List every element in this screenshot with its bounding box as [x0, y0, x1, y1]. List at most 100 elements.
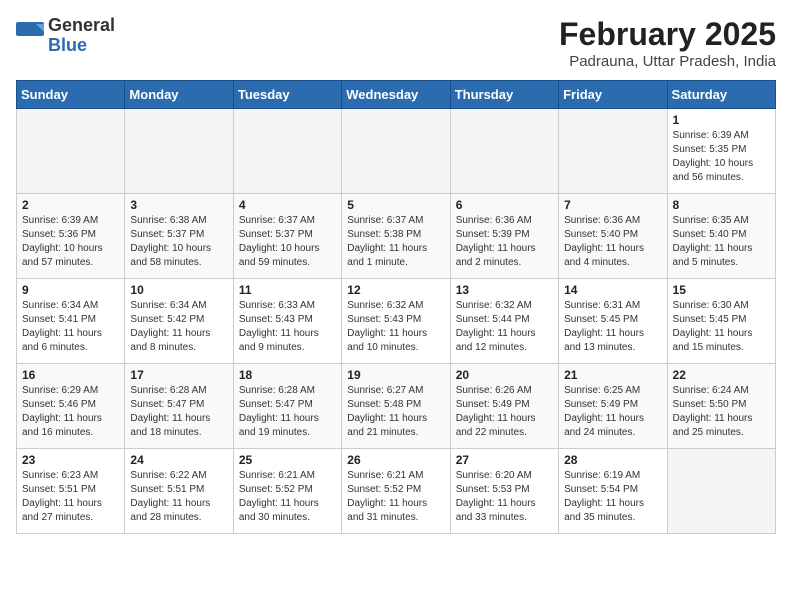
calendar-cell: 23 Sunrise: 6:23 AM Sunset: 5:51 PM Dayli…: [17, 449, 125, 534]
day-info: Sunrise: 6:19 AM Sunset: 5:54 PM Dayligh…: [564, 469, 661, 525]
calendar-cell: 8 Sunrise: 6:35 AM Sunset: 5:40 PM Daylig…: [667, 194, 775, 279]
day-info: Sunrise: 6:23 AM Sunset: 5:51 PM Dayligh…: [22, 469, 119, 525]
day-number: 17: [130, 368, 227, 382]
calendar-cell: [450, 109, 558, 194]
day-number: 21: [564, 368, 661, 382]
day-number: 23: [22, 453, 119, 467]
day-info: Sunrise: 6:32 AM Sunset: 5:43 PM Dayligh…: [347, 299, 444, 355]
calendar-cell: 18 Sunrise: 6:28 AM Sunset: 5:47 PM Dayli…: [233, 364, 341, 449]
day-number: 6: [456, 198, 553, 212]
calendar-cell: 6 Sunrise: 6:36 AM Sunset: 5:39 PM Daylig…: [450, 194, 558, 279]
calendar-cell: 7 Sunrise: 6:36 AM Sunset: 5:40 PM Daylig…: [559, 194, 667, 279]
day-info: Sunrise: 6:22 AM Sunset: 5:51 PM Dayligh…: [130, 469, 227, 525]
calendar-cell: 27Sunrise: 6:20 AM Sunset: 5:53 PM Dayli…: [450, 449, 558, 534]
day-info: Sunrise: 6:29 AM Sunset: 5:46 PM Dayligh…: [22, 384, 119, 440]
weekday-header-monday: Monday: [125, 81, 233, 109]
day-number: 28: [564, 453, 661, 467]
day-number: 26: [347, 453, 444, 467]
calendar-table: SundayMondayTuesdayWednesdayThursdayFrid…: [16, 80, 776, 534]
logo: General Blue: [16, 16, 115, 56]
calendar-cell: 4Sunrise: 6:37 AM Sunset: 5:37 PM Daylig…: [233, 194, 341, 279]
day-info: Sunrise: 6:39 AM Sunset: 5:35 PM Dayligh…: [673, 129, 770, 185]
day-number: 5: [347, 198, 444, 212]
day-info: Sunrise: 6:35 AM Sunset: 5:40 PM Dayligh…: [673, 214, 770, 270]
day-number: 3: [130, 198, 227, 212]
weekday-header-wednesday: Wednesday: [342, 81, 450, 109]
calendar-cell: 9 Sunrise: 6:34 AM Sunset: 5:41 PM Daylig…: [17, 279, 125, 364]
day-number: 15: [673, 283, 770, 297]
day-number: 18: [239, 368, 336, 382]
calendar-cell: 24 Sunrise: 6:22 AM Sunset: 5:51 PM Dayli…: [125, 449, 233, 534]
day-info: Sunrise: 6:36 AM Sunset: 5:39 PM Dayligh…: [456, 214, 553, 270]
day-info: Sunrise: 6:36 AM Sunset: 5:40 PM Dayligh…: [564, 214, 661, 270]
weekday-header-saturday: Saturday: [667, 81, 775, 109]
calendar-cell: 11 Sunrise: 6:33 AM Sunset: 5:43 PM Dayli…: [233, 279, 341, 364]
calendar-cell: 15 Sunrise: 6:30 AM Sunset: 5:45 PM Dayli…: [667, 279, 775, 364]
header: General Blue February 2025 Padrauna, Utt…: [16, 16, 776, 70]
week-row-0: 1 Sunrise: 6:39 AM Sunset: 5:35 PM Daylig…: [17, 109, 776, 194]
calendar-cell: 5 Sunrise: 6:37 AM Sunset: 5:38 PM Daylig…: [342, 194, 450, 279]
calendar-cell: 10Sunrise: 6:34 AM Sunset: 5:42 PM Dayli…: [125, 279, 233, 364]
calendar-cell: [559, 109, 667, 194]
week-row-3: 16 Sunrise: 6:29 AM Sunset: 5:46 PM Dayli…: [17, 364, 776, 449]
week-row-4: 23 Sunrise: 6:23 AM Sunset: 5:51 PM Dayli…: [17, 449, 776, 534]
week-row-2: 9 Sunrise: 6:34 AM Sunset: 5:41 PM Daylig…: [17, 279, 776, 364]
day-number: 20: [456, 368, 553, 382]
calendar-cell: 26Sunrise: 6:21 AM Sunset: 5:52 PM Dayli…: [342, 449, 450, 534]
weekday-header-thursday: Thursday: [450, 81, 558, 109]
calendar-cell: 13Sunrise: 6:32 AM Sunset: 5:44 PM Dayli…: [450, 279, 558, 364]
day-info: Sunrise: 6:30 AM Sunset: 5:45 PM Dayligh…: [673, 299, 770, 355]
calendar-cell: [667, 449, 775, 534]
day-info: Sunrise: 6:24 AM Sunset: 5:50 PM Dayligh…: [673, 384, 770, 440]
calendar-cell: 21 Sunrise: 6:25 AM Sunset: 5:49 PM Dayli…: [559, 364, 667, 449]
weekday-header-row: SundayMondayTuesdayWednesdayThursdayFrid…: [17, 81, 776, 109]
day-number: 8: [673, 198, 770, 212]
day-number: 14: [564, 283, 661, 297]
calendar-cell: 16 Sunrise: 6:29 AM Sunset: 5:46 PM Dayli…: [17, 364, 125, 449]
calendar-subtitle: Padrauna, Uttar Pradesh, India: [559, 53, 776, 70]
calendar-cell: 1 Sunrise: 6:39 AM Sunset: 5:35 PM Daylig…: [667, 109, 775, 194]
calendar-cell: [125, 109, 233, 194]
day-info: Sunrise: 6:26 AM Sunset: 5:49 PM Dayligh…: [456, 384, 553, 440]
weekday-header-tuesday: Tuesday: [233, 81, 341, 109]
day-number: 4: [239, 198, 336, 212]
calendar-cell: 19Sunrise: 6:27 AM Sunset: 5:48 PM Dayli…: [342, 364, 450, 449]
day-number: 2: [22, 198, 119, 212]
day-info: Sunrise: 6:37 AM Sunset: 5:38 PM Dayligh…: [347, 214, 444, 270]
calendar-cell: 22 Sunrise: 6:24 AM Sunset: 5:50 PM Dayli…: [667, 364, 775, 449]
calendar-cell: 12 Sunrise: 6:32 AM Sunset: 5:43 PM Dayli…: [342, 279, 450, 364]
day-number: 11: [239, 283, 336, 297]
day-info: Sunrise: 6:34 AM Sunset: 5:42 PM Dayligh…: [130, 299, 227, 355]
logo-general-text: General: [48, 16, 115, 36]
day-number: 22: [673, 368, 770, 382]
day-info: Sunrise: 6:28 AM Sunset: 5:47 PM Dayligh…: [130, 384, 227, 440]
day-number: 7: [564, 198, 661, 212]
calendar-cell: 20 Sunrise: 6:26 AM Sunset: 5:49 PM Dayli…: [450, 364, 558, 449]
day-number: 24: [130, 453, 227, 467]
calendar-cell: 25 Sunrise: 6:21 AM Sunset: 5:52 PM Dayli…: [233, 449, 341, 534]
day-number: 1: [673, 113, 770, 127]
day-number: 25: [239, 453, 336, 467]
day-info: Sunrise: 6:34 AM Sunset: 5:41 PM Dayligh…: [22, 299, 119, 355]
day-number: 12: [347, 283, 444, 297]
day-info: Sunrise: 6:27 AM Sunset: 5:48 PM Dayligh…: [347, 384, 444, 440]
day-info: Sunrise: 6:33 AM Sunset: 5:43 PM Dayligh…: [239, 299, 336, 355]
day-info: Sunrise: 6:21 AM Sunset: 5:52 PM Dayligh…: [239, 469, 336, 525]
day-info: Sunrise: 6:25 AM Sunset: 5:49 PM Dayligh…: [564, 384, 661, 440]
weekday-header-friday: Friday: [559, 81, 667, 109]
day-number: 27: [456, 453, 553, 467]
calendar-cell: 28 Sunrise: 6:19 AM Sunset: 5:54 PM Dayli…: [559, 449, 667, 534]
day-number: 16: [22, 368, 119, 382]
day-info: Sunrise: 6:39 AM Sunset: 5:36 PM Dayligh…: [22, 214, 119, 270]
day-number: 9: [22, 283, 119, 297]
calendar-cell: [233, 109, 341, 194]
weekday-header-sunday: Sunday: [17, 81, 125, 109]
calendar-cell: 14Sunrise: 6:31 AM Sunset: 5:45 PM Dayli…: [559, 279, 667, 364]
title-block: February 2025 Padrauna, Uttar Pradesh, I…: [559, 16, 776, 70]
day-info: Sunrise: 6:28 AM Sunset: 5:47 PM Dayligh…: [239, 384, 336, 440]
day-info: Sunrise: 6:38 AM Sunset: 5:37 PM Dayligh…: [130, 214, 227, 270]
calendar-cell: 2 Sunrise: 6:39 AM Sunset: 5:36 PM Daylig…: [17, 194, 125, 279]
calendar-cell: 3 Sunrise: 6:38 AM Sunset: 5:37 PM Daylig…: [125, 194, 233, 279]
calendar-cell: [17, 109, 125, 194]
week-row-1: 2 Sunrise: 6:39 AM Sunset: 5:36 PM Daylig…: [17, 194, 776, 279]
